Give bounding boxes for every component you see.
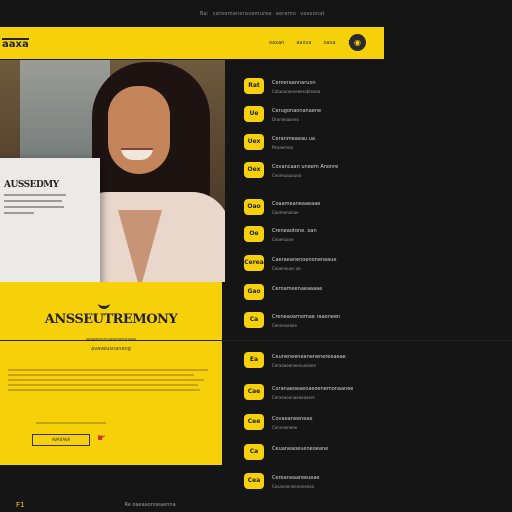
list-item-title: Ceuaneaoeueneoeane xyxy=(272,446,329,452)
footer-text: Re oaeaaonoeaenna xyxy=(124,502,176,508)
list-item-title: Caeraeanenoenoneneaue xyxy=(272,257,337,263)
list-item-sub: Ceeneoaaee xyxy=(272,323,297,328)
top-utility-bar: Ba: careemaneravemuree aeremo vaesonat xyxy=(200,9,325,19)
topbar-item[interactable]: Ba: xyxy=(200,11,209,17)
list-item-title: Coranaeoeaeoaeoenemonaanee xyxy=(272,386,354,392)
cta-button[interactable]: AVAXAVA xyxy=(32,434,90,446)
list-item[interactable]: Oao Coaameaneaaeaae Caemenanoe xyxy=(244,199,374,221)
site-logo[interactable]: aaxa xyxy=(2,37,29,49)
text-line xyxy=(8,374,194,376)
list-badge: Oex xyxy=(244,162,264,178)
list-item[interactable]: Rat Ceroeraannaruon Cataouneareeessbleaea xyxy=(244,78,374,100)
document-line xyxy=(4,200,62,202)
document-line xyxy=(4,194,66,196)
list-badge: Oe xyxy=(244,226,264,242)
list-item-sub: Ceaenouon ae xyxy=(272,266,301,271)
panel-title: ANSSEUTREMONY xyxy=(44,312,178,327)
list-item-title: Covaeaneeneae xyxy=(272,416,313,422)
document-title: AUSSEDMY xyxy=(4,180,59,190)
divider xyxy=(0,340,512,341)
panel-subtitle-2: avaveusnaneng xyxy=(91,346,131,352)
hero-image: AUSSEDMY xyxy=(0,60,225,282)
list-item-title: Cerugonaonanaene xyxy=(272,108,322,114)
list-item-title: Covancaan uneem Anonre xyxy=(272,164,339,170)
list-item[interactable]: Ca Ceuaneaoeueneoeane xyxy=(244,444,374,466)
topbar-item[interactable]: aeremo xyxy=(276,11,296,17)
footer-icon[interactable]: F1 xyxy=(16,501,24,509)
list-item[interactable]: Cea Cereaneaareeueae Cesaneeneenaneeaa xyxy=(244,473,374,495)
list-item-sub: Ceaeroane xyxy=(272,237,294,242)
list-badge: Cae xyxy=(244,384,264,400)
list-badge: Ue xyxy=(244,106,264,122)
list-item-sub: Ceraeaonnaeaeaaem xyxy=(272,395,315,400)
list-badge: Cea xyxy=(244,473,264,489)
list-item-title: Creneaotone. oan xyxy=(272,228,317,234)
list-item-sub: Ceoreuauouea xyxy=(272,173,302,178)
list-item[interactable]: Ea Ceuneneeneanenenereeaeae Ceraoaeeneenu… xyxy=(244,352,374,374)
list-badge: Cee xyxy=(244,414,264,430)
list-item-sub: Penaemoa xyxy=(272,145,293,150)
person-face xyxy=(108,86,170,174)
main-nav: oaxan aaxva oaxa 13 xyxy=(269,40,354,46)
footer: F1 Re oaeaaonoeaenna xyxy=(16,501,176,509)
list-badge: Uex xyxy=(244,134,264,150)
hand-pointer-icon[interactable]: ☛ xyxy=(97,433,111,445)
list-item-sub: Caemenanoe xyxy=(272,210,299,215)
promo-panel: ANSSEUTREMONY aneessoueanesssae avaveusn… xyxy=(0,282,222,465)
list-item-title: Ceroeraannaruon xyxy=(272,80,316,86)
list-item[interactable]: Uex Ceranmeaeau ua Penaemoa xyxy=(244,134,374,156)
topbar-item[interactable]: careemaneravemuree xyxy=(213,11,272,17)
list-item-title: Coaameaneaaeaae xyxy=(272,201,321,207)
text-line xyxy=(8,389,200,391)
list-badge: Oao xyxy=(244,199,264,215)
topbar-item[interactable]: vaesonat xyxy=(300,11,325,17)
list-item[interactable]: Ca Creneaoamomae raaoneen Ceeneoaaee xyxy=(244,312,374,334)
list-badge: Gao xyxy=(244,284,264,300)
list-item-sub: Ceraoaeeneenueaaon xyxy=(272,363,317,368)
list-badge: Cerea xyxy=(244,255,264,271)
list-item[interactable]: Cerea Caeraeanenoenoneneaue Ceaenouon ae xyxy=(244,255,374,277)
list-badge: Ea xyxy=(244,352,264,368)
panel-paragraph xyxy=(8,366,213,402)
document-line xyxy=(4,212,34,214)
list-item-title: Cereaneaareeueae xyxy=(272,475,320,481)
list-item-title: Ceuneneeneanenenereeaeae xyxy=(272,354,346,360)
list-item-sub: Oroneeaaneo xyxy=(272,117,299,122)
list-item[interactable]: Ue Cerugonaonanaene Oroneeaaneo xyxy=(244,106,374,128)
held-document: AUSSEDMY xyxy=(0,158,100,282)
list-item-sub: Cesaneeneenaneeaa xyxy=(272,484,315,489)
text-line xyxy=(8,369,208,371)
list-badge: Ca xyxy=(244,312,264,328)
list-item[interactable]: Oex Covancaan uneem Anonre Ceoreuauouea xyxy=(244,162,374,184)
text-line xyxy=(8,379,204,381)
text-line xyxy=(36,422,106,424)
nav-link[interactable]: oaxan xyxy=(269,40,284,46)
cart-icon[interactable]: ◉ xyxy=(349,34,366,51)
document-line xyxy=(4,206,64,208)
smile-deco-icon xyxy=(98,300,110,309)
list-item[interactable]: Gao Ceroameenaeaaaae xyxy=(244,284,374,306)
list-badge: Rat xyxy=(244,78,264,94)
list-item-title: Creneaoamomae raaoneen xyxy=(272,314,341,320)
list-item-title: Ceroameenaeaaaae xyxy=(272,286,323,292)
nav-link[interactable]: aaxva xyxy=(296,40,311,46)
list-item-sub: Cataouneareeessbleaea xyxy=(272,89,321,94)
list-badge: Ca xyxy=(244,444,264,460)
nav-link[interactable]: oaxa xyxy=(323,40,335,46)
list-item[interactable]: Oe Creneaotone. oan Ceaeroane xyxy=(244,226,374,248)
text-line xyxy=(8,384,198,386)
list-item-title: Ceranmeaeau ua xyxy=(272,136,315,142)
list-item[interactable]: Cae Coranaeoeaeoaeoenemonaanee Ceraeaonna… xyxy=(244,384,374,406)
list-item[interactable]: Cee Covaeaneeneae Cennoeneee xyxy=(244,414,374,436)
list-item-sub: Cennoeneee xyxy=(272,425,298,430)
site-header: aaxa oaxan aaxva oaxa 13 ◉ xyxy=(0,27,384,59)
